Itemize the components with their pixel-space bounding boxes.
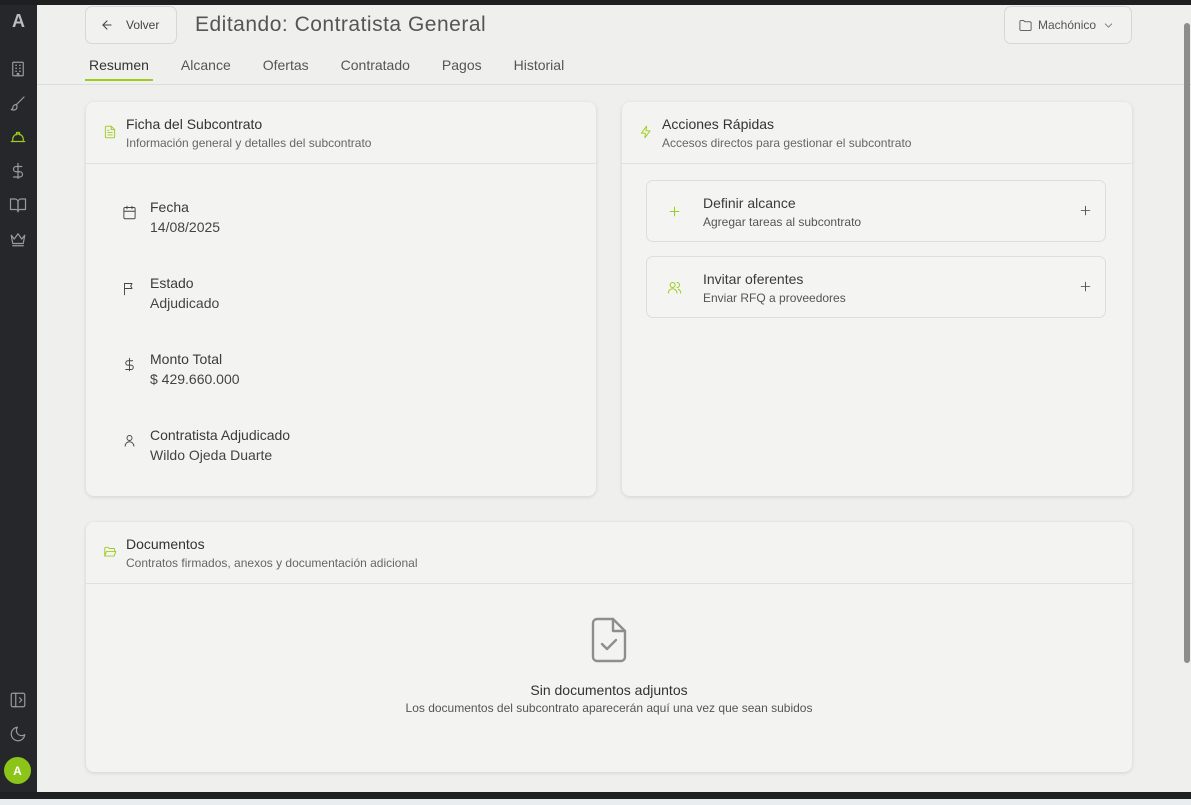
field-label: Estado [150,275,194,291]
action-title: Definir alcance [703,195,796,211]
tab-contratado[interactable]: Contratado [337,55,414,81]
hardhat-icon[interactable] [8,127,28,147]
page-title: Editando: Contratista General [195,13,487,36]
ficha-card-subtitle: Información general y detalles del subco… [126,136,372,150]
folder-open-icon [103,545,117,559]
field-value: 14/08/2025 [150,219,221,235]
folder-icon [1018,18,1033,33]
action-title: Invitar oferentes [703,271,804,287]
action-invitar-oferentes[interactable]: Invitar oferentes Enviar RFQ a proveedor… [646,256,1106,318]
file-check-icon [589,616,629,664]
documentos-card-title: Documentos [126,536,205,552]
app-logo[interactable]: A [0,11,37,32]
brush-icon[interactable] [8,93,28,113]
field-label: Monto Total [150,351,223,367]
ficha-card-header: Ficha del Subcontrato Información genera… [86,102,596,164]
field-value: Wildo Ojeda Duarte [150,447,273,463]
ficha-card: Ficha del Subcontrato Información genera… [86,102,596,496]
acciones-card: Acciones Rápidas Accesos directos para g… [622,102,1132,496]
scrollbar-thumb[interactable] [1184,23,1190,663]
tabs-divider [37,84,1191,85]
field-value: $ 429.660.000 [150,371,240,387]
window-bottom-edge [0,792,1191,805]
acciones-card-title: Acciones Rápidas [662,116,775,132]
app-window: A A Volver Editando: Contratista General… [0,5,1191,792]
zap-icon [639,125,653,139]
documentos-card-subtitle: Contratos firmados, anexos y documentaci… [126,556,418,570]
tab-bar: Resumen Alcance Ofertas Contratado Pagos… [85,55,592,85]
action-subtitle: Agregar tareas al subcontrato [703,215,862,229]
user-icon [122,433,138,449]
documentos-card: Documentos Contratos firmados, anexos y … [86,522,1132,772]
empty-state-subtitle: Los documentos del subcontrato aparecerá… [405,701,813,715]
add-icon[interactable] [1079,280,1093,294]
field-label: Contratista Adjudicado [150,427,291,443]
tab-ofertas[interactable]: Ofertas [259,55,313,81]
scrollbar[interactable] [1183,20,1191,790]
sidebar: A A [0,5,37,792]
avatar[interactable]: A [4,757,31,784]
file-text-icon [103,125,117,139]
documentos-card-header: Documentos Contratos firmados, anexos y … [86,522,1132,584]
back-button-label: Volver [126,18,160,32]
tab-resumen[interactable]: Resumen [85,55,153,81]
ficha-card-title: Ficha del Subcontrato [126,116,263,132]
dollar-icon[interactable] [8,161,28,181]
chevron-down-icon [1102,19,1115,32]
tab-historial[interactable]: Historial [510,55,569,81]
calendar-icon [122,205,138,221]
users-icon [667,280,683,296]
add-icon[interactable] [1079,204,1093,218]
tab-alcance[interactable]: Alcance [177,55,235,81]
field-value: Adjudicado [150,295,220,311]
flag-icon [122,281,138,297]
book-icon[interactable] [8,195,28,215]
field-label: Fecha [150,199,189,215]
action-subtitle: Enviar RFQ a proveedores [703,291,846,305]
arrow-left-icon [100,18,114,32]
plus-icon [667,204,683,220]
back-button[interactable]: Volver [85,6,177,44]
action-definir-alcance[interactable]: Definir alcance Agregar tareas al subcon… [646,180,1106,242]
empty-state-title: Sin documentos adjuntos [530,682,688,698]
sidebar-toggle-icon[interactable] [8,690,28,710]
dollar-icon [122,357,138,373]
crown-icon[interactable] [8,229,28,249]
project-selector[interactable]: Machónico [1004,6,1132,44]
tab-pagos[interactable]: Pagos [438,55,486,81]
project-selector-label: Machónico [1038,18,1097,32]
acciones-card-header: Acciones Rápidas Accesos directos para g… [622,102,1132,164]
moon-icon[interactable] [8,724,28,744]
acciones-card-subtitle: Accesos directos para gestionar el subco… [662,136,912,150]
building-icon[interactable] [8,59,28,79]
